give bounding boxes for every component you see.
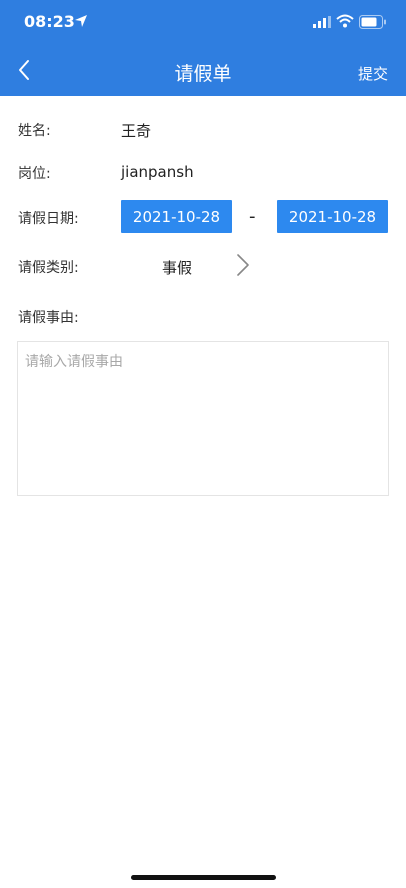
status-bar: 08:23 (0, 0, 406, 44)
date-separator: - (249, 206, 256, 227)
battery-icon (359, 15, 386, 29)
name-label: 姓名: (18, 123, 51, 139)
leave-reason-input[interactable] (17, 341, 389, 496)
wifi-icon (336, 14, 354, 28)
leave-reason-label: 请假事由: (18, 310, 79, 326)
end-date-button[interactable]: 2021-10-28 (277, 200, 388, 233)
name-value: 王奇 (121, 122, 152, 140)
leave-date-label: 请假日期: (18, 211, 79, 227)
home-indicator (131, 875, 276, 880)
submit-button[interactable]: 提交 (358, 63, 388, 84)
cellular-signal-icon (313, 16, 331, 28)
status-time: 08:23 (24, 12, 75, 31)
chevron-right-icon[interactable] (233, 252, 253, 278)
start-date-button[interactable]: 2021-10-28 (121, 200, 232, 233)
location-arrow-icon (75, 15, 87, 27)
nav-bar: 请假单 提交 (0, 44, 406, 96)
leave-type-label: 请假类别: (18, 260, 79, 276)
page-title: 请假单 (174, 63, 232, 85)
position-label: 岗位: (18, 166, 51, 182)
position-value: jianpansh (121, 163, 194, 181)
leave-type-value[interactable]: 事假 (162, 257, 192, 278)
